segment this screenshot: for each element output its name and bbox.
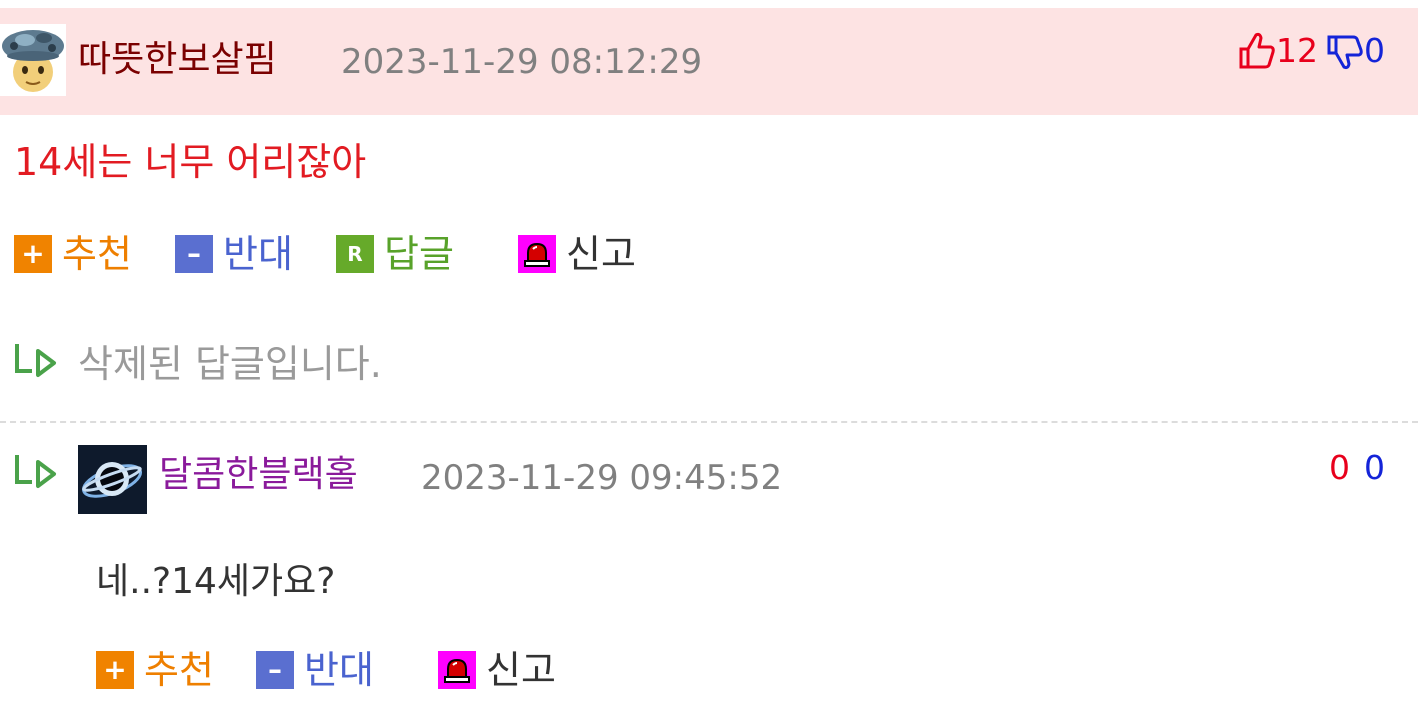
reply-label: 답글 [384,232,454,276]
report-button[interactable]: 신고 [518,232,636,276]
comment-vote-count: 12 0 [1238,31,1385,71]
oppose-label: 반대 [223,232,293,276]
recommend-button[interactable]: + 추천 [14,232,132,276]
downvote-count: 0 [1364,448,1385,487]
reply-timestamp: 2023-11-29 09:45:52 [421,458,783,498]
comment-body: 14세는 너무 어리잖아 [14,140,367,184]
report-label: 신고 [566,232,636,276]
reply-nickname[interactable]: 달콤한블랙홀 [159,455,358,495]
oppose-button[interactable]: – 반대 [256,648,374,692]
report-button[interactable]: 신고 [438,648,556,692]
minus-icon: – [256,651,294,689]
siren-icon [438,651,476,689]
reply-vote-count: 0 0 [1329,448,1385,488]
comment-timestamp: 2023-11-29 08:12:29 [341,42,703,82]
plus-icon: + [96,651,134,689]
reply-button[interactable]: R 답글 [336,232,454,276]
downvote-count: 0 [1364,31,1385,70]
comment-nickname[interactable]: 따뜻한보살핌 [78,40,277,80]
thumbs-up-icon [1238,31,1276,71]
divider [0,421,1418,423]
recommend-label: 추천 [144,648,214,692]
reply-arrow-icon [14,452,60,492]
siren-icon [518,235,556,273]
recommend-label: 추천 [62,232,132,276]
reply-body: 네..?14세가요? [96,561,336,602]
minus-icon: – [175,235,213,273]
oppose-label: 반대 [304,648,374,692]
thumbs-down-icon [1326,31,1364,71]
upvote-count: 0 [1329,448,1350,487]
avatar[interactable] [78,445,147,514]
reply-arrow-icon [14,341,60,381]
report-label: 신고 [486,648,556,692]
reply-r-icon: R [336,235,374,273]
oppose-button[interactable]: – 반대 [175,232,293,276]
plus-icon: + [14,235,52,273]
deleted-reply-text: 삭제된 답글입니다. [78,342,382,386]
recommend-button[interactable]: + 추천 [96,648,214,692]
avatar[interactable] [0,24,66,96]
upvote-count: 12 [1276,31,1318,70]
